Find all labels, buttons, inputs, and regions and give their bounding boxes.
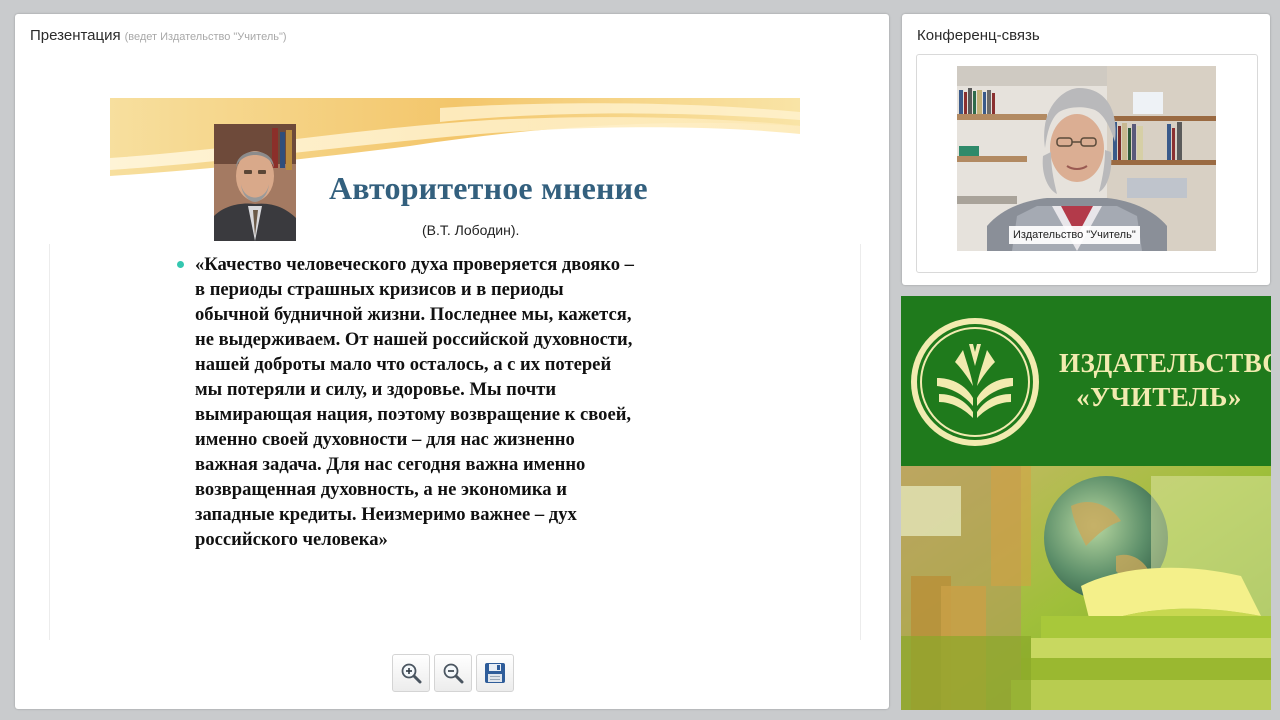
slide-author: (В.Т. Лободин). [422,222,520,238]
banner-header: ИЗДАТЕЛЬСТВО «УЧИТЕЛЬ» [901,296,1271,466]
quote-line: «Качество человеческого духа проверяется… [195,254,634,275]
slide-quote: «Качество человеческого духа проверяется… [195,252,755,552]
quote-line: западные кредиты. Неизмеримо важнее – ду… [195,504,577,525]
slide-toolbar [392,654,514,692]
publisher-banner[interactable]: ИЗДАТЕЛЬСТВО «УЧИТЕЛЬ» [901,296,1271,710]
save-button[interactable] [476,654,514,692]
quote-line: в периоды страшных кризисов и в периоды [195,279,564,300]
video-frame: Издательство "Учитель" [916,54,1258,273]
presentation-subtitle: (ведет Издательство "Учитель") [124,31,287,43]
video-caption: Издательство "Учитель" [1009,226,1140,244]
quote-line: важная задача. Для нас сегодня важна име… [195,454,586,475]
presentation-panel: Презентация (ведет Издательство "Учитель"… [15,14,889,709]
presentation-header: Презентация (ведет Издательство "Учитель"… [30,27,287,44]
zoom-in-button[interactable] [392,654,430,692]
slide-left-rule [49,244,50,640]
slide-title: Авторитетное мнение [329,170,648,206]
zoom-in-icon [401,663,422,684]
save-icon [485,663,505,683]
publisher-logo [911,318,1039,446]
books-globe-image [901,466,1271,710]
slide: Авторитетное мнение (В.Т. Лободин). «Кач… [110,98,800,640]
publisher-name-line1: ИЗДАТЕЛЬСТВО [1059,348,1271,378]
quote-line: нашей доброты мало что осталось, а с их … [195,354,612,375]
quote-line: именно своей духовности – для нас жизнен… [195,429,575,450]
conference-title: Конференц-связь [917,27,1040,44]
presentation-title: Презентация [30,27,121,44]
zoom-out-icon [443,663,464,684]
quote-line: мы потеряли и силу, и здоровье. Мы почти [195,379,557,400]
quote-line: возвращенная духовность, а не экономика … [195,479,567,500]
quote-line: вымирающая нация, поэтому возвращение к … [195,404,632,425]
slide-right-rule [860,244,861,640]
quote-line: российского человека» [195,529,388,550]
publisher-name-line2: «УЧИТЕЛЬ» [1076,382,1242,412]
author-portrait [214,124,296,241]
bullet-icon [177,261,184,268]
video-feed[interactable]: Издательство "Учитель" [957,66,1216,251]
zoom-out-button[interactable] [434,654,472,692]
quote-line: обычной будничной жизни. Последнее мы, к… [195,304,632,325]
quote-line: не выдерживаем. От нашей российской духо… [195,329,633,350]
conference-panel: Конференц-связь Издательство "Учитель" [902,14,1270,285]
